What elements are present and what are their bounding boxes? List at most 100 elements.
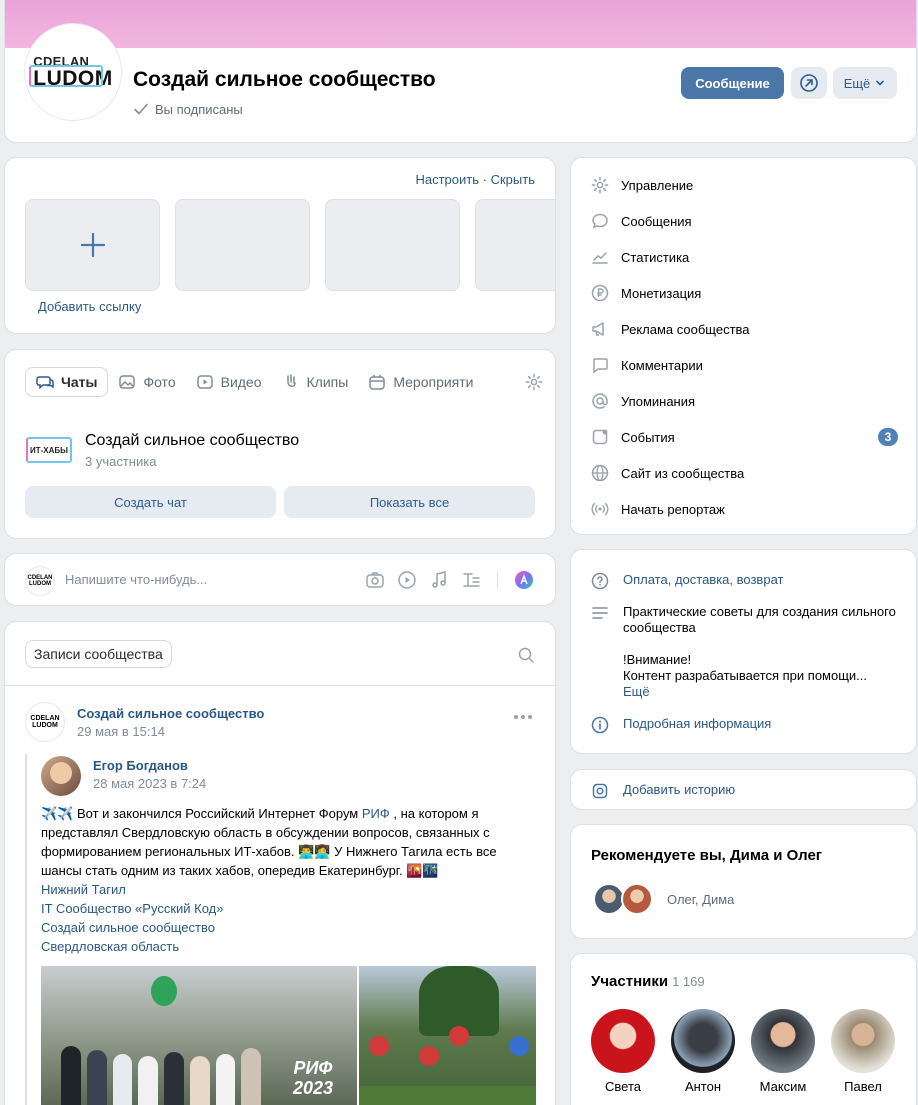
plus-icon bbox=[80, 232, 106, 258]
menu-item-site[interactable]: Сайт из сообщества bbox=[591, 455, 744, 491]
broadcast-icon bbox=[591, 500, 609, 518]
rif-link[interactable]: РИФ bbox=[362, 806, 390, 821]
member-name: Павел bbox=[844, 1079, 882, 1094]
tag-link[interactable]: Свердловская область bbox=[41, 937, 536, 956]
content-tabs-card: Чаты Фото Видео Клипы Мероприяти ИТ-ХАБЫ… bbox=[4, 349, 556, 539]
tag-link[interactable]: Создай сильное сообщество bbox=[41, 918, 536, 937]
camera-icon[interactable] bbox=[365, 570, 385, 590]
post-photo[interactable] bbox=[359, 966, 536, 1105]
tab-clips[interactable]: Клипы bbox=[272, 367, 359, 397]
tab-chats[interactable]: Чаты bbox=[25, 367, 109, 397]
menu-item-messages[interactable]: Сообщения bbox=[591, 203, 692, 239]
hide-link[interactable]: Скрыть bbox=[491, 172, 535, 187]
video-icon[interactable] bbox=[397, 570, 417, 590]
composer-attachments bbox=[365, 570, 534, 590]
link-tile[interactable] bbox=[175, 199, 310, 291]
member-item[interactable]: Антон bbox=[671, 1009, 735, 1094]
community-posts-tab[interactable]: Записи сообщества bbox=[25, 640, 172, 668]
add-story-card[interactable]: Добавить историю bbox=[570, 769, 917, 810]
post-author[interactable]: Создай сильное сообщество bbox=[77, 706, 264, 721]
tab-events[interactable]: Мероприяти bbox=[358, 367, 483, 397]
chevron-down-icon bbox=[874, 77, 886, 89]
subscribed-label: Вы подписаны bbox=[155, 101, 243, 117]
menu-item-broadcast[interactable]: Начать репортаж bbox=[591, 491, 725, 527]
links-actions: Настроить · Скрыть bbox=[415, 172, 535, 187]
ai-assistant-icon[interactable] bbox=[514, 570, 534, 590]
message-button[interactable]: Сообщение bbox=[681, 67, 784, 99]
show-all-button[interactable]: Показать все bbox=[284, 486, 535, 518]
community-avatar[interactable]: CDELAN LUDOM bbox=[25, 24, 121, 120]
share-button[interactable] bbox=[791, 67, 827, 99]
create-chat-button[interactable]: Создать чат bbox=[25, 486, 276, 518]
recommend-card: Рекомендуете вы, Дима и Олег Олег, Дима bbox=[570, 824, 917, 939]
question-icon bbox=[591, 572, 609, 590]
menu-item-mentions[interactable]: Упоминания bbox=[591, 383, 695, 419]
community-info: Оплата, доставка, возврат Практические с… bbox=[570, 549, 917, 754]
add-story-row[interactable]: Добавить историю bbox=[591, 782, 735, 800]
link-tile[interactable] bbox=[325, 199, 460, 291]
details-row[interactable]: Подробная информация bbox=[591, 716, 771, 734]
repost-author[interactable]: Егор Богданов bbox=[93, 758, 188, 773]
show-more-link[interactable]: Ещё bbox=[623, 684, 901, 700]
tab-video[interactable]: Видео bbox=[186, 367, 272, 397]
repost-date[interactable]: 28 мая 2023 в 7:24 bbox=[93, 776, 206, 791]
composer-avatar: CDELAN LUDOM bbox=[25, 566, 55, 596]
menu-item-label: События bbox=[621, 429, 675, 445]
post-date[interactable]: 29 мая в 15:14 bbox=[77, 724, 165, 739]
menu-item-label: Сообщения bbox=[621, 213, 692, 229]
chat-title: Создай сильное сообщество bbox=[85, 431, 300, 449]
tab-video-label: Видео bbox=[220, 374, 262, 390]
menu-item-monetization[interactable]: Монетизация bbox=[591, 275, 701, 311]
more-horizontal-icon[interactable] bbox=[513, 714, 533, 720]
add-link-tile[interactable] bbox=[25, 199, 160, 291]
clips-icon bbox=[282, 373, 300, 391]
post-photo[interactable]: РИФ 2023 bbox=[41, 966, 357, 1105]
subscribed-status[interactable]: Вы подписаны bbox=[133, 101, 243, 117]
share-icon bbox=[799, 73, 819, 93]
chat-list-item[interactable]: ИТ-ХАБЫ Создай сильное сообщество 3 учас… bbox=[25, 426, 299, 474]
payment-info-row[interactable]: Оплата, доставка, возврат bbox=[591, 572, 783, 590]
more-button-label: Ещё bbox=[843, 75, 871, 91]
video-icon bbox=[196, 373, 214, 391]
admin-menu: Управление Сообщения Статистика Монетиза… bbox=[570, 157, 917, 535]
tab-photo[interactable]: Фото bbox=[108, 367, 185, 397]
menu-item-label: Упоминания bbox=[621, 393, 696, 409]
menu-item-label: Сайт из сообщества bbox=[621, 465, 745, 481]
member-item[interactable]: Павел bbox=[831, 1009, 895, 1094]
post-author-avatar[interactable]: CDELAN LUDOM bbox=[25, 702, 65, 742]
member-item[interactable]: Света bbox=[591, 1009, 655, 1094]
recommend-title: Рекомендуете вы, Дима и Олег bbox=[591, 847, 823, 864]
recommend-names[interactable]: Олег, Дима bbox=[667, 892, 734, 907]
link-tile[interactable] bbox=[475, 199, 555, 291]
menu-item-management[interactable]: Управление bbox=[591, 167, 693, 203]
menu-item-statistics[interactable]: Статистика bbox=[591, 239, 689, 275]
member-item[interactable]: Максим bbox=[751, 1009, 815, 1094]
avatar bbox=[831, 1009, 895, 1073]
photo-icon bbox=[118, 373, 136, 391]
more-button[interactable]: Ещё bbox=[833, 67, 897, 99]
tag-link[interactable]: Нижний Тагил bbox=[41, 880, 536, 899]
tag-link[interactable]: IT Сообщество «Русский Код» bbox=[41, 899, 536, 918]
add-link-label[interactable]: Добавить ссылку bbox=[38, 299, 141, 314]
article-icon[interactable] bbox=[461, 570, 481, 590]
search-icon[interactable] bbox=[517, 646, 535, 664]
tabs-settings-button[interactable] bbox=[525, 373, 543, 394]
composer-input[interactable]: Напишите что-нибудь... bbox=[65, 572, 207, 587]
repost-author-avatar[interactable] bbox=[41, 756, 81, 796]
payment-link[interactable]: Оплата, доставка, возврат bbox=[623, 572, 783, 590]
recommend-avatars[interactable] bbox=[593, 883, 653, 915]
cover-image[interactable] bbox=[5, 0, 916, 48]
feed-header: Записи сообщества bbox=[5, 622, 555, 686]
member-name: Света bbox=[605, 1079, 641, 1094]
menu-item-ads[interactable]: Реклама сообщества bbox=[591, 311, 750, 347]
add-story-link[interactable]: Добавить историю bbox=[623, 782, 735, 800]
avatar bbox=[671, 1009, 735, 1073]
details-link[interactable]: Подробная информация bbox=[623, 716, 771, 734]
menu-item-events[interactable]: События 3 bbox=[591, 419, 898, 455]
gear-icon bbox=[525, 373, 543, 391]
music-icon[interactable] bbox=[429, 570, 449, 590]
comment-icon bbox=[591, 356, 609, 374]
configure-link[interactable]: Настроить bbox=[415, 172, 479, 187]
members-title[interactable]: Участники 1 169 bbox=[591, 973, 705, 990]
menu-item-comments[interactable]: Комментарии bbox=[591, 347, 703, 383]
